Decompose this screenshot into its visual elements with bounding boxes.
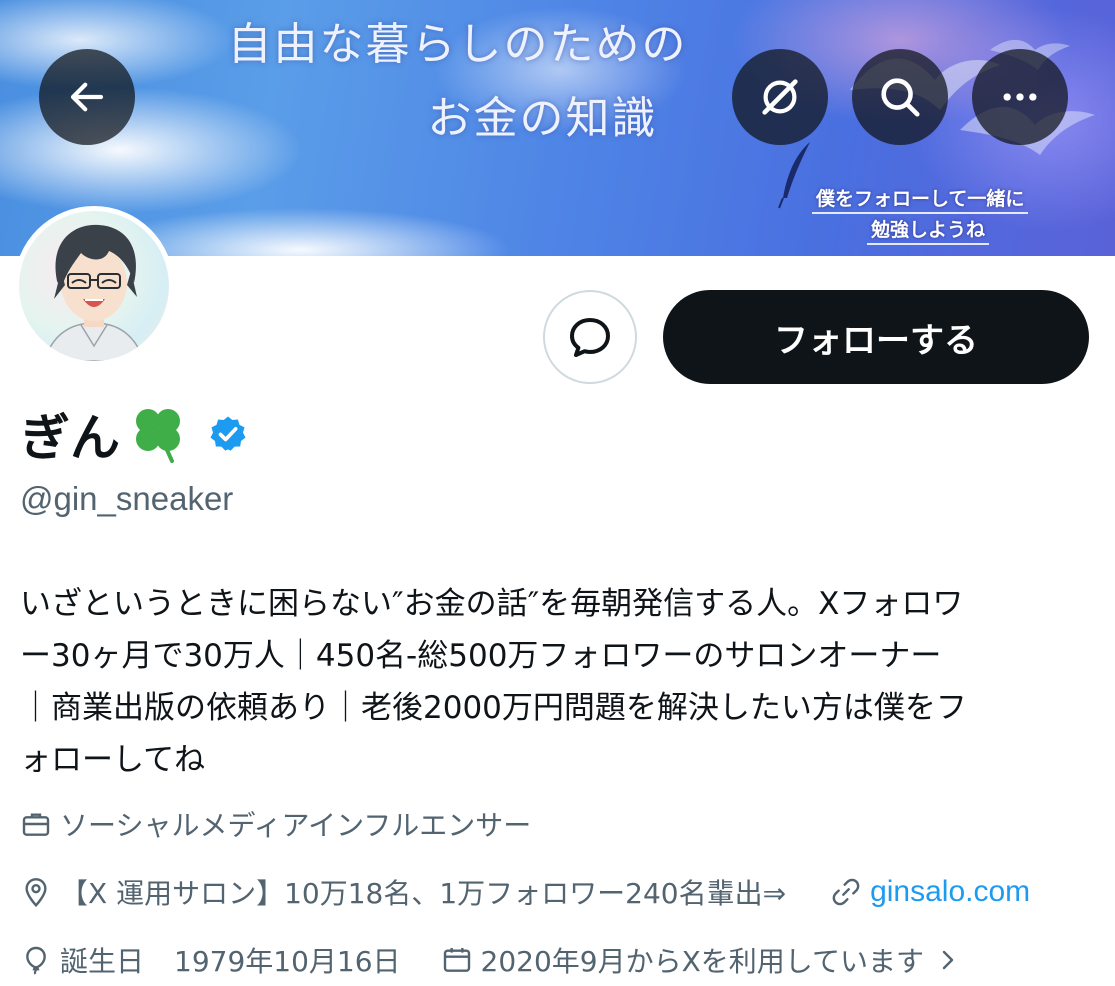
arrow-left-icon [70,82,104,112]
location-pin-icon [25,878,47,908]
profile-location: 【X 運用サロン】10万18名、1万フォロワー240名輩出⇒ [60,877,787,910]
verified-badge-icon[interactable] [208,414,248,454]
four-leaf-clover-icon [136,409,180,463]
more-options-button[interactable] [972,49,1068,145]
profile-category: ソーシャルメディアインフルエンサー [60,809,532,842]
profile-banner: 自由な暮らしのための お金の知識 僕をフォローして一緒に 勉強しようね [0,0,1115,256]
more-horizontal-icon [1003,93,1037,101]
message-bubble-icon [570,318,610,357]
birthday-value: 1979年10月16日 [174,945,401,978]
bio-line: いざというときに困らない″お金の話″を毎朝発信する人。Xフォロワ [20,586,964,622]
display-name: ぎん [20,409,120,467]
search-button[interactable] [852,49,948,145]
banner-tagline-1: 僕をフォローして一緒に [812,184,1029,214]
link-icon [832,878,860,906]
banner-tagline-2: 勉強しようね [867,215,990,245]
display-name-row: ぎん [20,398,248,470]
website-link[interactable]: ginsalo.com [870,875,1030,909]
feather-pen-decoration [778,142,810,209]
search-icon [881,78,920,117]
profile-category-row: ソーシャルメディアインフルエンサー [20,804,531,844]
bio-line: ー30ヶ月で30万人｜450名-総500万フォロワーのサロンオーナー [20,638,942,674]
birthday-label: 誕生日 [60,945,145,978]
follow-button[interactable]: フォローする [663,290,1089,384]
profile-avatar[interactable] [14,206,174,366]
profile-bio: いざというときに困らない″お金の話″を毎朝発信する人。Xフォロワ ー30ヶ月で3… [20,578,1095,786]
balloon-icon [26,946,46,975]
avatar-illustration [43,224,145,361]
bio-line: ｜商業出版の依頼あり｜老後2000万円問題を解決したい方は僕をフ [20,690,967,726]
chevron-right-icon[interactable] [938,949,958,971]
location-website-row: 【X 運用サロン】10万18名、1万フォロワー240名輩出⇒ ginsalo.c… [20,872,1030,912]
back-button[interactable] [39,49,135,145]
joined-date[interactable]: 2020年9月からXを利用しています [481,940,924,980]
briefcase-icon [22,813,50,836]
message-button[interactable] [543,290,637,384]
calendar-icon [443,948,470,972]
grok-button[interactable] [732,49,828,145]
birthday-joined-row: 誕生日 1979年10月16日 2020年9月からXを利用しています [20,940,958,980]
grok-slash-icon [762,79,798,115]
bio-line: ォローしてね [20,742,206,778]
user-handle: @gin_sneaker [20,480,234,517]
